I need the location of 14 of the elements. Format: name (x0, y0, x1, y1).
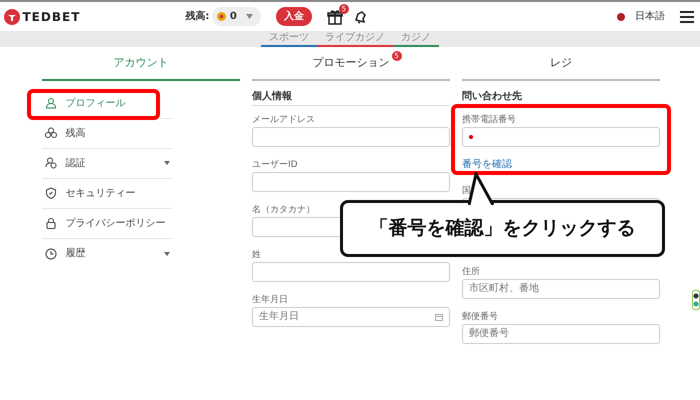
field-label: 住所 (462, 266, 480, 278)
field-label: 姓 (252, 250, 261, 260)
field-label: メールアドレス (252, 114, 315, 126)
field-label: 携帯電話番号 (462, 114, 516, 126)
logo-text: TEDBET (22, 8, 80, 26)
field-label: 名（カタカナ） (252, 204, 315, 216)
field-label: ユーザーID (252, 160, 298, 170)
field-label: 生年月日 (252, 294, 288, 306)
section-title: 個人情報 (252, 90, 450, 106)
callout-tooltip: 「番号を確認」をクリックする (340, 200, 665, 257)
balance-label: 残高: (185, 9, 210, 24)
field-label: 郵便番号 (462, 312, 498, 322)
field-label: 国 (462, 186, 471, 196)
section-title: 問い合わせ先 (462, 90, 660, 106)
